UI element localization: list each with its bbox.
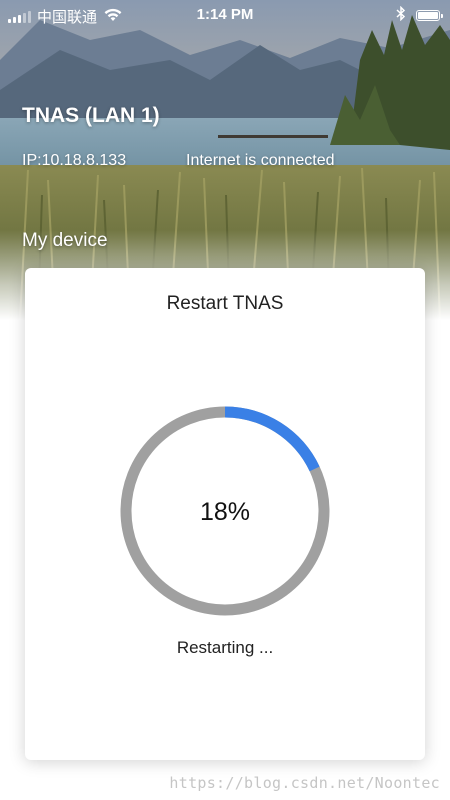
dialog-title: Restart TNAS — [166, 293, 284, 314]
bluetooth-icon — [396, 5, 406, 25]
device-ip: IP:10.18.8.133 — [22, 152, 127, 169]
app-screen: 中国联通 1:14 PM TNAS (LAN 1) IP:10.18.8.133… — [0, 0, 450, 800]
status-bar-time: 1:14 PM — [196, 6, 254, 23]
watermark-text: https://blog.csdn.net/Noontec — [169, 774, 440, 792]
restart-dialog: Restart TNAS 18% Restarting ... — [25, 268, 425, 760]
status-bar: 中国联通 1:14 PM — [0, 0, 450, 30]
status-bar-right — [396, 5, 443, 25]
section-title-my-device: My device — [22, 230, 108, 251]
restart-status: Restarting ... — [176, 638, 274, 657]
device-name[interactable]: TNAS (LAN 1) — [22, 104, 160, 128]
battery-icon — [416, 10, 443, 21]
progress-percentage: 18% — [199, 498, 251, 526]
internet-status: Internet is connected — [186, 152, 335, 169]
